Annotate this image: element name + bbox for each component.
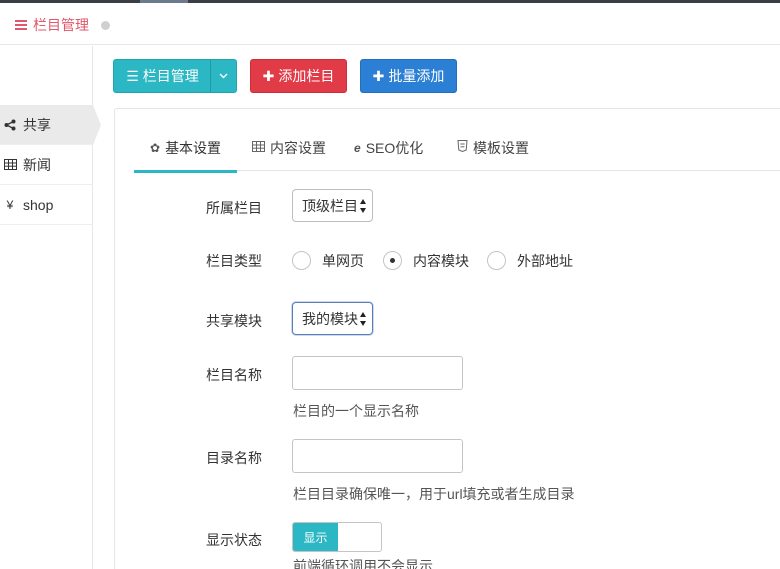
sidebar-item-label: 新闻 <box>23 156 51 173</box>
display-status-help: 前端循环调用不会显示 <box>293 558 433 569</box>
sidebar-item-share[interactable]: 共享 <box>0 105 101 145</box>
parent-category-select[interactable]: 顶级栏目 <box>292 189 373 222</box>
radio-label-single-page[interactable]: 单网页 <box>322 251 364 271</box>
radio-external-url[interactable] <box>487 251 506 270</box>
html5-icon <box>457 140 468 155</box>
category-name-label: 栏目名称 <box>206 367 262 383</box>
batch-add-button[interactable]: ✚ 批量添加 <box>360 59 457 93</box>
batch-add-label: 批量添加 <box>388 68 445 84</box>
category-name-input[interactable] <box>292 356 463 390</box>
tab-label: 内容设置 <box>270 139 326 156</box>
chevron-down-icon <box>219 73 228 79</box>
dir-name-help: 栏目目录确保唯一，用于url填充或者生成目录 <box>293 486 575 502</box>
parent-category-label: 所属栏目 <box>206 200 262 216</box>
shared-module-label: 共享模块 <box>206 313 262 329</box>
category-manage-label: 栏目管理 <box>142 68 199 84</box>
header-title-link[interactable]: 栏目管理 <box>15 15 89 35</box>
toggle-on-label: 显示 <box>293 523 338 551</box>
category-name-help: 栏目的一个显示名称 <box>293 403 419 419</box>
menu-icon <box>15 20 27 30</box>
add-category-label: 添加栏目 <box>278 68 335 84</box>
ie-icon: e <box>354 140 361 155</box>
share-icon <box>3 119 17 131</box>
plus-icon: ✚ <box>262 67 275 84</box>
select-arrows-icon <box>360 199 367 213</box>
category-manage-button-group: ☰ 栏目管理 <box>113 59 237 93</box>
add-category-button[interactable]: ✚ 添加栏目 <box>250 59 347 93</box>
shared-module-value: 我的模块 <box>302 310 358 327</box>
category-manage-button[interactable]: ☰ 栏目管理 <box>114 60 210 92</box>
shared-module-select[interactable]: 我的模块 <box>292 302 373 335</box>
radio-label-content-module[interactable]: 内容模块 <box>413 251 469 271</box>
tab-template-settings[interactable]: 模板设置 <box>457 124 529 171</box>
tab-label: SEO优化 <box>365 139 424 156</box>
tab-label: 模板设置 <box>473 139 529 156</box>
dir-name-label: 目录名称 <box>206 450 262 466</box>
settings-tabs: ✿ 基本设置 内容设置 e SEO优化 模板设置 <box>134 124 780 173</box>
table-icon <box>3 159 17 170</box>
display-status-toggle[interactable]: 显示 <box>292 522 382 552</box>
tab-label: 基本设置 <box>165 139 222 156</box>
table-icon <box>252 140 265 155</box>
header-title: 栏目管理 <box>33 17 89 33</box>
radio-single-page[interactable] <box>292 251 311 270</box>
tab-content-settings[interactable]: 内容设置 <box>252 124 326 171</box>
category-type-label: 栏目类型 <box>206 253 262 269</box>
list-icon: ☰ <box>126 67 139 84</box>
category-dropdown-toggle[interactable] <box>209 60 236 92</box>
sidebar-item-shop[interactable]: ¥ shop <box>0 185 93 225</box>
sidebar-item-news[interactable]: 新闻 <box>0 145 93 185</box>
tab-seo[interactable]: e SEO优化 <box>354 124 423 171</box>
sidebar: 共享 新闻 ¥ shop <box>0 46 101 569</box>
gear-icon: ✿ <box>150 140 161 155</box>
sidebar-item-label: 共享 <box>23 116 51 133</box>
select-arrows-icon <box>360 312 367 326</box>
tab-basic-settings[interactable]: ✿ 基本设置 <box>134 124 237 173</box>
display-status-label: 显示状态 <box>206 532 262 548</box>
radio-label-external-url[interactable]: 外部地址 <box>517 251 573 271</box>
header: 栏目管理 <box>0 3 780 45</box>
plus-icon: ✚ <box>372 67 385 84</box>
dir-name-input[interactable] <box>292 439 463 473</box>
radio-content-module[interactable] <box>383 251 402 270</box>
yen-icon: ¥ <box>6 197 14 212</box>
status-dot-icon <box>101 21 110 30</box>
parent-category-value: 顶级栏目 <box>302 197 358 214</box>
sidebar-item-label: shop <box>23 196 54 213</box>
